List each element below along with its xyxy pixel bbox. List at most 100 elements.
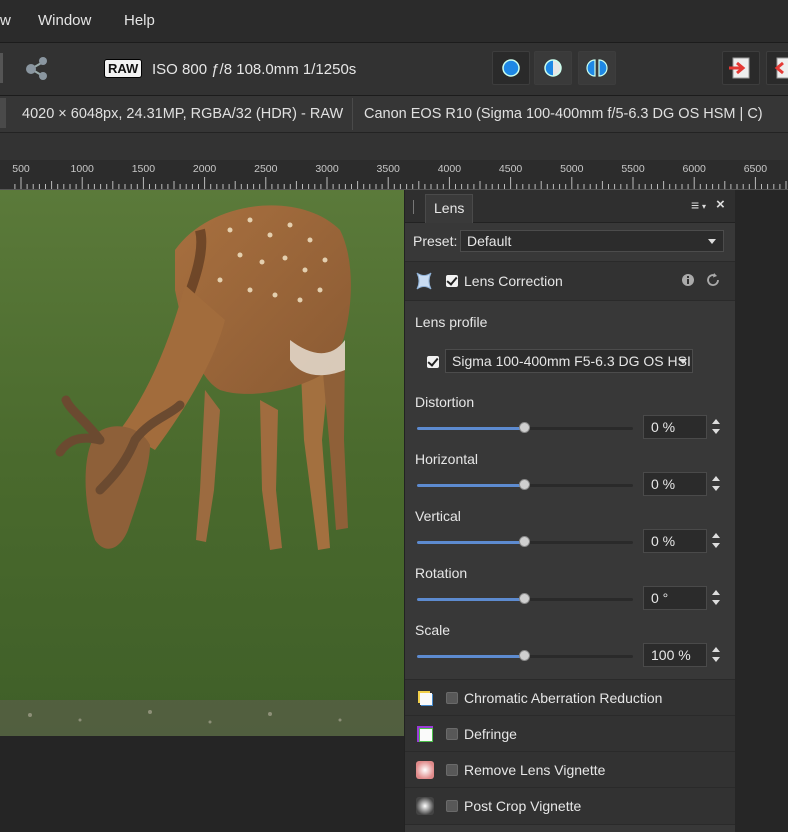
panel-tabbar: Lens ≡ ▾ × [405,190,735,223]
section-label-0: Chromatic Aberration Reduction [464,690,663,706]
lens-correction-label: Lens Correction [464,273,563,289]
slider-fill-4 [417,655,525,658]
view-split-button[interactable] [534,51,572,85]
slider-label-4: Scale [415,622,451,638]
slider-value-input-1[interactable]: 0 % [643,472,707,496]
section-checkbox-3[interactable] [446,800,458,812]
panel-grip[interactable] [413,200,414,214]
view-mirror-button[interactable] [578,51,616,85]
slider-track-3[interactable] [417,593,633,604]
ruler-tick-label: 5500 [621,163,645,175]
chromatic-aberration-icon [418,691,433,706]
post-crop-vignette-icon [416,797,434,815]
menu-item-view[interactable]: w [0,12,11,29]
slider-track-4[interactable] [417,650,633,661]
spinner-icon-2[interactable] [709,529,723,553]
info-icon[interactable] [681,273,695,287]
preset-label: Preset: [413,233,458,249]
preset-value: Default [467,233,512,249]
menu-item-help[interactable]: Help [124,12,155,29]
horizontal-ruler: 500 1000 1500 2000 2500 3000 3500 4000 4500 5000 5… [0,160,788,190]
view-single-button[interactable] [492,51,530,85]
slider-knob-3[interactable] [519,593,530,604]
ruler-tick-label: 1500 [132,163,156,175]
spinner-icon-1[interactable] [709,472,723,496]
menu-bar: w Window Help [0,0,788,42]
slider-knob-2[interactable] [519,536,530,547]
lens-profile-label: Lens profile [415,314,488,330]
canvas-background [0,736,404,832]
tab-lens[interactable]: Lens [425,194,473,223]
section-checkbox-0[interactable] [446,692,458,704]
export-button[interactable] [722,51,760,85]
lens-correction-checkbox[interactable] [446,275,458,287]
infobar-divider [352,98,353,130]
section-0[interactable]: Chromatic Aberration Reduction [405,679,735,717]
close-icon[interactable]: × [716,196,725,213]
raw-badge: RAW [104,59,143,78]
slider-track-2[interactable] [417,536,633,547]
slider-label-3: Rotation [415,565,468,581]
slider-knob-0[interactable] [519,422,530,433]
slider-value-input-0[interactable]: 0 % [643,415,707,439]
lens-panel: Lens ≡ ▾ × Preset: Default Lens Correcti… [404,190,735,832]
single-view-icon [502,59,520,77]
section-label-3: Post Crop Vignette [464,798,582,814]
lens-profile-checkbox[interactable] [427,356,439,368]
section-checkbox-1[interactable] [446,728,458,740]
ruler-tick-label: 2000 [193,163,217,175]
slider-knob-4[interactable] [519,650,530,661]
slider-track-0[interactable] [417,422,633,433]
ruler-tick-label: 3000 [315,163,339,175]
section-1[interactable]: Defringe [405,715,735,753]
infobar-edge [0,98,6,128]
section-2[interactable]: Remove Lens Vignette [405,751,735,789]
share-icon[interactable] [24,55,50,81]
slider-value-input-2[interactable]: 0 % [643,529,707,553]
ruler-tick-label: 6500 [744,163,768,175]
spinner-icon-0[interactable] [709,415,723,439]
image-canvas[interactable] [0,190,404,736]
lens-correction-icon [416,272,432,290]
split-view-icon [544,59,562,77]
section-3[interactable]: Post Crop Vignette [405,787,735,825]
exif-info: ISO 800 ƒ/8 108.0mm 1/1250s [152,61,357,78]
slider-label-2: Vertical [415,508,461,524]
section-checkbox-2[interactable] [446,764,458,776]
mirror-view-icon [586,59,608,77]
slider-label-1: Horizontal [415,451,479,467]
slider-fill-3 [417,598,525,601]
camera-info: Canon EOS R10 (Sigma 100-400mm f/5-6.3 D… [364,106,763,122]
section-label-2: Remove Lens Vignette [464,762,606,778]
slider-value-input-3[interactable]: 0 ° [643,586,707,610]
menu-item-window[interactable]: Window [38,12,91,29]
preset-dropdown[interactable]: Default [460,230,724,252]
ruler-tick-label: 2500 [254,163,278,175]
import-icon [774,57,788,79]
panel-menu-icon[interactable]: ≡ [691,197,699,213]
reset-icon[interactable] [705,272,721,288]
panel-menu-chevron-icon: ▾ [702,202,707,211]
remove-vignette-icon [416,761,434,779]
lens-profile-dropdown[interactable]: Sigma 100-400mm F5-6.3 DG OS HSI [445,349,693,373]
section-label-1: Defringe [464,726,517,742]
export-icon [729,57,750,79]
chevron-down-icon [679,359,687,364]
ruler-tick-label: 5000 [560,163,584,175]
image-info: 4020 × 6048px, 24.31MP, RGBA/32 (HDR) - … [22,106,344,122]
ruler-tick-label: 6000 [683,163,707,175]
spinner-icon-4[interactable] [709,643,723,667]
slider-fill-1 [417,484,525,487]
ruler-tick-label: 3500 [377,163,401,175]
toolbar-edge [0,53,3,83]
defringe-icon [417,726,433,742]
lens-correction-header[interactable]: Lens Correction [405,261,735,301]
slider-track-1[interactable] [417,479,633,490]
slider-knob-1[interactable] [519,479,530,490]
spinner-icon-3[interactable] [709,586,723,610]
ruler-tick-label: 500 [12,163,30,175]
import-button[interactable] [766,51,788,85]
slider-value-input-4[interactable]: 100 % [643,643,707,667]
right-background [734,190,788,832]
slider-label-0: Distortion [415,394,475,410]
